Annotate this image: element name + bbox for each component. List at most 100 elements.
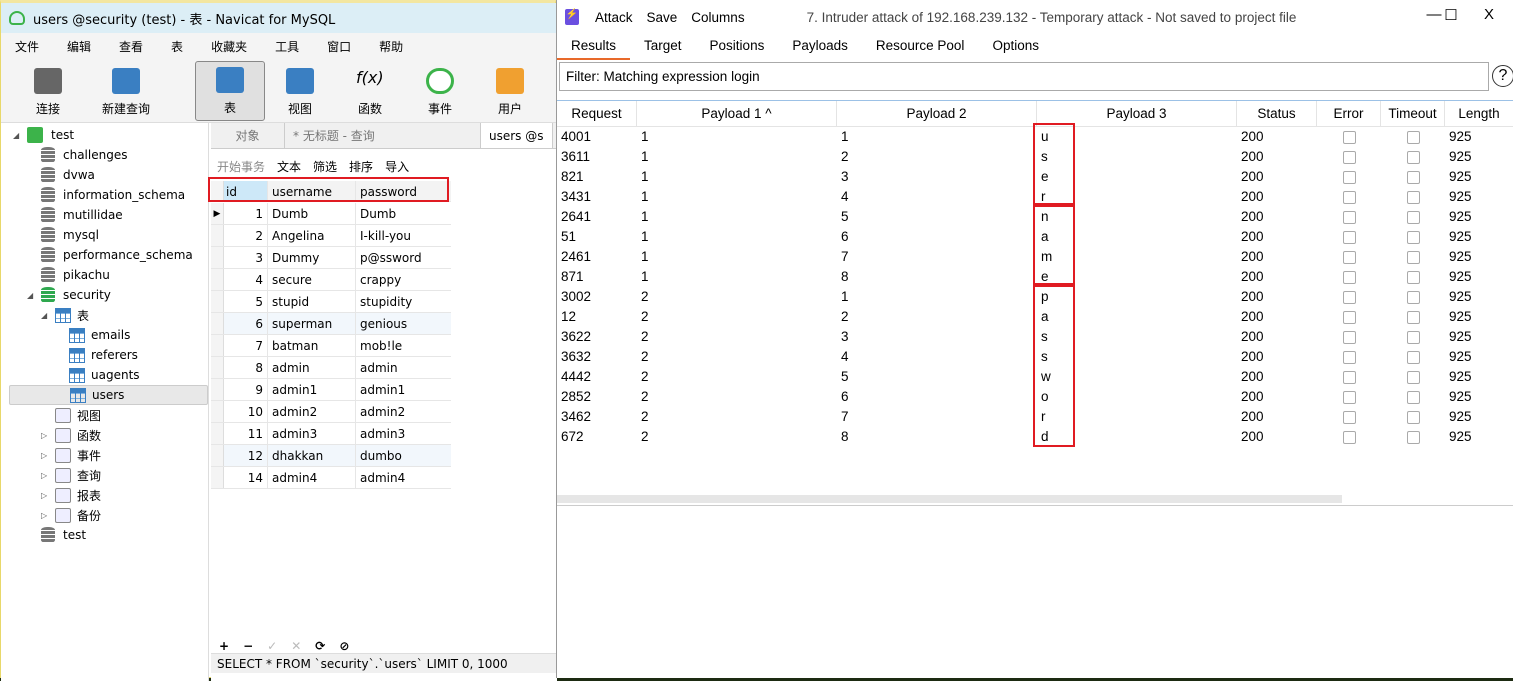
timeout-checkbox[interactable] [1407,431,1420,444]
menu-save[interactable]: Save [647,10,678,25]
cell-request[interactable]: 871 [557,267,584,287]
cell-request[interactable]: 3431 [557,187,591,207]
cell-payload-1[interactable]: 2 [637,287,649,307]
timeout-checkbox[interactable] [1407,391,1420,404]
toolbar-table-button[interactable]: 表 [195,61,265,121]
tree-item-test[interactable]: ◢ test [13,125,74,145]
cell-password[interactable]: admin4 [356,467,450,488]
cell-payload-1[interactable]: 1 [637,247,649,267]
cell-id[interactable]: 10 [224,401,268,422]
cell-username[interactable]: batman [268,335,356,356]
cell-id[interactable]: 3 [224,247,268,268]
cell-payload-1[interactable]: 1 [637,187,649,207]
tab-options[interactable]: Options [978,34,1053,60]
error-checkbox[interactable] [1343,371,1356,384]
cell-payload-1[interactable]: 1 [637,267,649,287]
cell-request[interactable]: 4001 [557,127,591,147]
cell-payload-2[interactable]: 2 [837,307,849,327]
table-row[interactable]: 2 Angelina I-kill-you [211,225,451,247]
row-selector[interactable] [211,335,224,356]
column-header-length[interactable]: Length [1445,101,1513,127]
cell-request[interactable]: 2852 [557,387,591,407]
splitter[interactable] [557,505,1513,506]
cell-payload-1[interactable]: 2 [637,347,649,367]
cell-id[interactable]: 2 [224,225,268,246]
tree-item-pikachu[interactable]: pikachu [27,265,110,285]
record-button-2[interactable]: ✓ [267,639,277,653]
timeout-checkbox[interactable] [1407,171,1420,184]
cell-status[interactable]: 200 [1237,127,1264,147]
cell-payload-1[interactable]: 2 [637,327,649,347]
cell-password[interactable]: admin3 [356,423,450,444]
cell-payload-1[interactable]: 1 [637,227,649,247]
error-checkbox[interactable] [1343,311,1356,324]
tool-0[interactable]: 开始事务 [217,158,265,175]
tree-item-emails[interactable]: emails [55,325,130,345]
timeout-checkbox[interactable] [1407,271,1420,284]
cell-length[interactable]: 925 [1445,307,1472,327]
table-row[interactable]: 3 Dummy p@ssword [211,247,451,269]
cell-password[interactable]: p@ssword [356,247,450,268]
cell-id[interactable]: 4 [224,269,268,290]
tab-target[interactable]: Target [630,34,696,60]
row-selector[interactable] [211,467,224,488]
filter-bar[interactable]: Filter: Matching expression login [559,62,1489,91]
row-selector[interactable]: ▶ [211,203,224,224]
cell-payload-1[interactable]: 1 [637,167,649,187]
error-checkbox[interactable] [1343,271,1356,284]
record-button-4[interactable]: ⟳ [315,639,325,653]
tree-item-dvwa[interactable]: dvwa [27,165,95,185]
toolbar-event-clock-button[interactable]: 事件 [405,61,475,121]
tree-item-事件[interactable]: ▷ 事件 [41,445,101,465]
cell-request[interactable]: 51 [557,227,576,247]
cell-username[interactable]: admin2 [268,401,356,422]
tree-item-查询[interactable]: ▷ 查询 [41,465,101,485]
cell-id[interactable]: 1 [224,203,268,224]
cell-request[interactable]: 672 [557,427,584,447]
timeout-checkbox[interactable] [1407,151,1420,164]
cell-payload-1[interactable]: 2 [637,307,649,327]
tree-item-mutillidae[interactable]: mutillidae [27,205,123,225]
toolbar-new-query-button[interactable]: 新建查询 [91,61,161,121]
error-checkbox[interactable] [1343,211,1356,224]
tree-item-information_schema[interactable]: information_schema [27,185,185,205]
tree-item-视图[interactable]: 视图 [41,405,101,425]
toolbar-user-button[interactable]: 用户 [475,61,545,121]
cell-payload-2[interactable]: 5 [837,207,849,227]
cell-status[interactable]: 200 [1237,407,1264,427]
cell-password[interactable]: genious [356,313,450,334]
tree-item-challenges[interactable]: challenges [27,145,127,165]
cell-status[interactable]: 200 [1237,347,1264,367]
menu-columns[interactable]: Columns [691,10,744,25]
error-checkbox[interactable] [1343,191,1356,204]
cell-length[interactable]: 925 [1445,187,1472,207]
cell-length[interactable]: 925 [1445,207,1472,227]
cell-username[interactable]: admin3 [268,423,356,444]
tree-item-referers[interactable]: referers [55,345,138,365]
error-checkbox[interactable] [1343,231,1356,244]
cell-payload-1[interactable]: 1 [637,207,649,227]
menu-item[interactable]: 表 [157,38,197,55]
tree-item-备份[interactable]: ▷ 备份 [41,505,101,525]
column-header-timeout[interactable]: Timeout [1381,101,1445,127]
cell-username[interactable]: dhakkan [268,445,356,466]
cell-username[interactable]: Dummy [268,247,356,268]
cell-payload-2[interactable]: 3 [837,167,849,187]
tab-2[interactable]: users @s [481,123,553,148]
cell-payload-1[interactable]: 2 [637,367,649,387]
cell-username[interactable]: admin [268,357,356,378]
table-row[interactable]: 12 dhakkan dumbo [211,445,451,467]
tree-item-uagents[interactable]: uagents [55,365,140,385]
cell-password[interactable]: I-kill-you [356,225,450,246]
record-button-3[interactable]: ✕ [291,639,301,653]
cell-status[interactable]: 200 [1237,227,1264,247]
cell-id[interactable]: 12 [224,445,268,466]
tree-item-mysql[interactable]: mysql [27,225,99,245]
error-checkbox[interactable] [1343,171,1356,184]
expander-icon[interactable]: ▷ [41,511,51,520]
expander-icon[interactable]: ▷ [41,451,51,460]
cell-length[interactable]: 925 [1445,287,1472,307]
cell-id[interactable]: 11 [224,423,268,444]
row-selector[interactable] [211,313,224,334]
cell-payload-2[interactable]: 3 [837,327,849,347]
